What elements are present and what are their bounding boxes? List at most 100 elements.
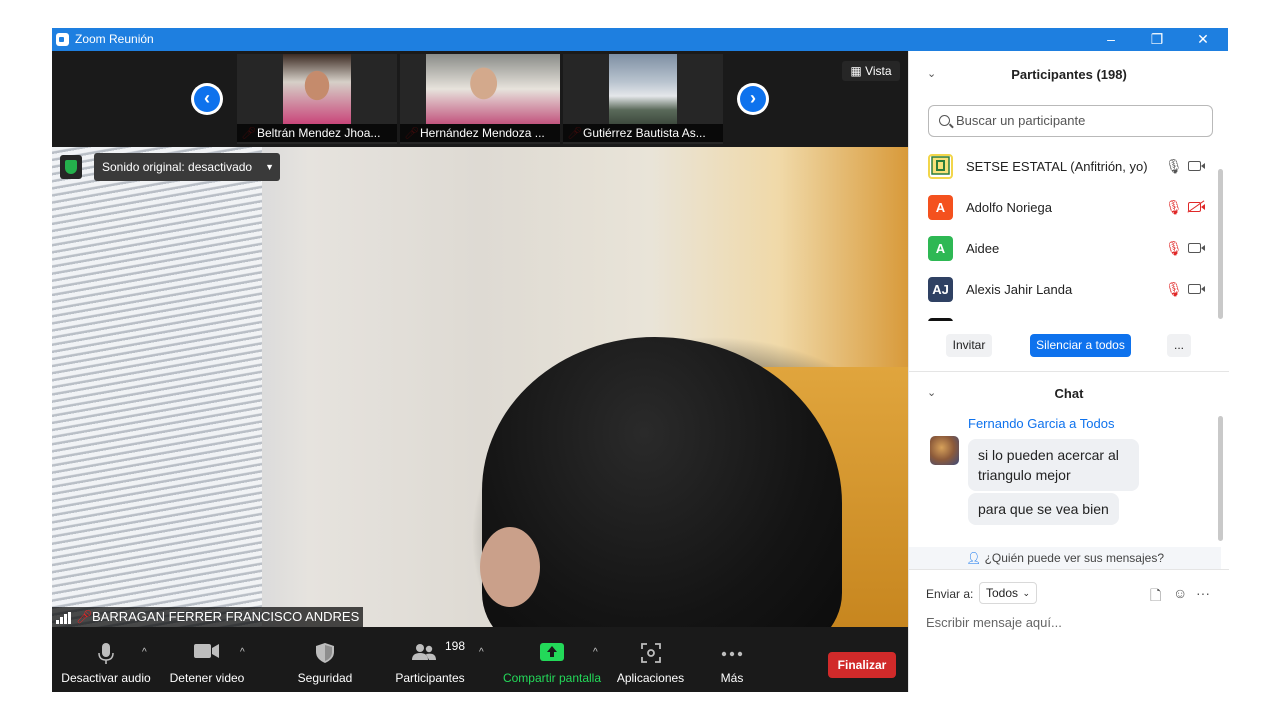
- video-camera-icon: [194, 644, 219, 658]
- participants-options-caret[interactable]: ^: [479, 647, 484, 658]
- search-placeholder: Buscar un participante: [956, 113, 1086, 128]
- chat-message: si lo pueden acercar al triangulo mejor: [968, 439, 1139, 491]
- chat-message-input[interactable]: Escribir mensaje aquí...: [926, 615, 1062, 630]
- file-icon[interactable]: 🗋︎: [1150, 585, 1161, 609]
- original-sound-label: Sonido original: desactivado: [102, 160, 253, 174]
- participants-button[interactable]: 198 Participantes: [390, 627, 470, 692]
- zoom-window: Zoom Reunión – ❐ ✕ ‹ 🎤︎ Beltrán Mendez J…: [52, 28, 1229, 692]
- search-icon: [939, 115, 950, 126]
- meeting-toolbar: Desactivar audio ^ Detener video ^ Segur…: [52, 627, 908, 692]
- strip-next-button[interactable]: ›: [737, 83, 769, 115]
- participant-row[interactable]: SETSE ESTATAL (Anfitrión, yo) 🎙︎: [909, 146, 1219, 187]
- speaker-name: BARRAGAN FERRER FRANCISCO ANDRES: [92, 609, 360, 624]
- invite-button[interactable]: Invitar: [946, 334, 992, 357]
- tile-name: Hernández Mendoza ...: [400, 124, 560, 142]
- window-title: Zoom Reunión: [75, 32, 154, 46]
- video-camera-icon[interactable]: [1188, 243, 1205, 253]
- participant-row[interactable]: A Adolfo Noriega 🎙︎: [909, 187, 1219, 228]
- microphone-icon[interactable]: 🎙︎: [1165, 158, 1183, 175]
- apps-button[interactable]: Aplicaciones: [612, 627, 689, 692]
- participant-avatar: AJ: [928, 277, 953, 302]
- participants-label: Participantes: [395, 671, 465, 685]
- chat-header: ⌄ Chat: [909, 386, 1229, 401]
- original-sound-toggle[interactable]: Sonido original: desactivado ▼: [94, 153, 280, 181]
- apps-label: Aplicaciones: [616, 671, 685, 685]
- end-meeting-button[interactable]: Finalizar: [828, 652, 896, 678]
- mute-audio-button[interactable]: Desactivar audio: [56, 627, 156, 692]
- share-screen-icon: [540, 643, 564, 661]
- participant-scrollbar[interactable]: [1218, 169, 1223, 319]
- title-bar: Zoom Reunión – ❐ ✕: [52, 28, 1228, 51]
- participants-count: 198: [445, 639, 466, 653]
- emoji-icon[interactable]: ☺︎: [1173, 585, 1187, 601]
- security-badge[interactable]: [60, 155, 82, 179]
- shield-icon: [316, 643, 334, 663]
- chevron-down-icon[interactable]: ⌄: [927, 386, 936, 399]
- participant-video: [609, 54, 677, 124]
- video-tile[interactable]: 🎤︎ Hernández Mendoza ...: [400, 54, 560, 144]
- participant-search-input[interactable]: Buscar un participante: [928, 105, 1213, 137]
- stop-video-button[interactable]: Detener video: [162, 627, 252, 692]
- strip-prev-button[interactable]: ‹: [191, 83, 223, 115]
- mute-all-button[interactable]: Silenciar a todos: [1030, 334, 1131, 357]
- chat-message: para que se vea bien: [968, 493, 1119, 525]
- participants-title: Participantes (198): [1011, 67, 1127, 82]
- chevron-down-icon[interactable]: ▼: [265, 153, 274, 181]
- person-info-icon: 👤︎: [965, 551, 982, 565]
- participants-header: ⌄ Participantes (198): [909, 67, 1229, 82]
- mute-audio-label: Desactivar audio: [61, 671, 151, 685]
- share-options-caret[interactable]: ^: [593, 647, 598, 658]
- video-off-icon[interactable]: [1188, 202, 1205, 212]
- tile-name: Beltrán Mendez Jhoa...: [237, 124, 397, 142]
- share-screen-label: Compartir pantalla: [502, 671, 602, 685]
- send-to-dropdown[interactable]: Todos ⌄: [979, 582, 1037, 604]
- window-blinds: [52, 147, 262, 627]
- close-button[interactable]: ✕: [1180, 28, 1226, 51]
- participant-name: Adolfo Noriega: [966, 200, 1052, 215]
- security-button[interactable]: Seguridad: [290, 627, 360, 692]
- microphone-icon: [98, 643, 114, 664]
- send-to-label: Enviar a:: [926, 587, 974, 601]
- participant-avatar: A: [928, 195, 953, 220]
- chat-scrollbar[interactable]: [1218, 416, 1223, 541]
- apps-icon: [640, 643, 661, 663]
- minimize-button[interactable]: –: [1088, 28, 1134, 51]
- chat-title: Chat: [1054, 386, 1084, 401]
- tile-name: Gutiérrez Bautista As...: [563, 124, 723, 142]
- active-speaker-video: Sonido original: desactivado ▼ 🎤︎ BARRAG…: [52, 147, 908, 627]
- mic-muted-icon[interactable]: 🎙︎: [1165, 199, 1183, 216]
- who-can-see-label: ¿Quién puede ver sus mensajes?: [984, 551, 1164, 565]
- participant-name: Alexis Jahir Landa: [966, 282, 1073, 297]
- participant-name: Aidee: [966, 241, 1000, 256]
- restore-button[interactable]: ❐: [1134, 28, 1180, 51]
- chevron-right-icon: ›: [740, 86, 766, 112]
- participant-avatar: [928, 154, 953, 179]
- video-tile[interactable]: 🎤︎ Gutiérrez Bautista As...: [563, 54, 723, 144]
- side-panel: ⌄ Participantes (198) Buscar un particip…: [908, 51, 1229, 692]
- audio-options-caret[interactable]: ^: [142, 647, 147, 658]
- participant-row[interactable]: [909, 310, 1219, 321]
- participants-more-button[interactable]: ...: [1167, 334, 1191, 357]
- video-camera-icon[interactable]: [1188, 284, 1205, 294]
- participant-row[interactable]: A Aidee 🎙︎: [909, 228, 1219, 269]
- zoom-app-icon: [56, 33, 69, 46]
- speaker-name-tag: 🎤︎ BARRAGAN FERRER FRANCISCO ANDRES: [52, 607, 364, 627]
- more-button[interactable]: Más: [708, 627, 756, 692]
- participant-row[interactable]: AJ Alexis Jahir Landa 🎙︎: [909, 269, 1219, 310]
- who-can-see-messages-link[interactable]: 👤︎ ¿Quién puede ver sus mensajes?: [909, 547, 1221, 569]
- chat-divider: [909, 569, 1229, 570]
- mic-muted-icon[interactable]: 🎙︎: [1165, 240, 1183, 257]
- shield-check-icon: [65, 160, 77, 174]
- view-button[interactable]: ▦ Vista: [842, 61, 900, 81]
- share-screen-button[interactable]: Compartir pantalla: [498, 627, 606, 692]
- chevron-left-icon: ‹: [194, 86, 220, 112]
- mic-muted-icon[interactable]: 🎙︎: [1165, 281, 1183, 298]
- chevron-down-icon[interactable]: ⌄: [927, 67, 936, 80]
- chevron-down-icon: ⌄: [1022, 588, 1030, 598]
- more-dots-icon[interactable]: ···: [1196, 585, 1210, 601]
- video-tile[interactable]: 🎤︎ Beltrán Mendez Jhoa...: [237, 54, 397, 144]
- video-camera-icon[interactable]: [1188, 161, 1205, 171]
- participant-strip: ‹ 🎤︎ Beltrán Mendez Jhoa... 🎤︎ Hernández…: [52, 51, 908, 147]
- video-options-caret[interactable]: ^: [240, 647, 245, 658]
- security-label: Seguridad: [297, 671, 353, 685]
